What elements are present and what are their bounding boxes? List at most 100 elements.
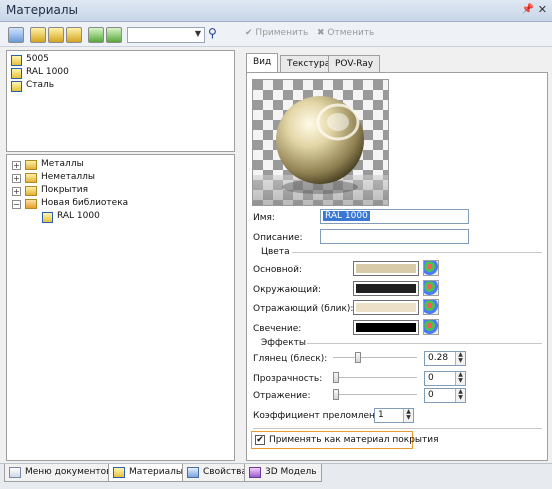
tree-item-label: Новая библиотека bbox=[41, 198, 129, 208]
slider-thumb[interactable] bbox=[355, 352, 361, 363]
refraction-spinbox[interactable]: 1 ▲ ▼ bbox=[374, 408, 414, 423]
tab-documents-menu[interactable]: Меню документов bbox=[4, 464, 117, 482]
spinbox-value: 0 bbox=[428, 390, 434, 400]
tab-label: Меню документов bbox=[25, 467, 112, 477]
color-swatch-main[interactable] bbox=[353, 261, 419, 276]
tree-item-new-library[interactable]: − Новая библиотека bbox=[12, 198, 192, 211]
color-label-emission: Свечение: bbox=[253, 324, 302, 334]
material-icon bbox=[11, 68, 22, 79]
preview-sphere-image bbox=[253, 80, 388, 205]
expand-icon[interactable]: + bbox=[12, 174, 21, 183]
tree-item-nonmetals[interactable]: + Неметаллы bbox=[12, 172, 192, 185]
apply-coating-checkbox[interactable]: ✔ bbox=[255, 435, 265, 445]
slider-track bbox=[333, 357, 417, 359]
tree-item-label: RAL 1000 bbox=[57, 211, 100, 221]
window-title: Материалы bbox=[6, 3, 78, 17]
color-label-specular: Отражающий (блик): bbox=[253, 304, 354, 314]
description-label: Описание: bbox=[253, 233, 303, 243]
tab-view[interactable]: Вид bbox=[246, 53, 279, 72]
spinner-arrows-icon[interactable]: ▲ ▼ bbox=[455, 352, 465, 365]
toolbar: ▼ ⚲ ✔ Применить ✖ Отменить bbox=[0, 23, 552, 47]
spinbox-value: 1 bbox=[378, 410, 384, 420]
description-field[interactable] bbox=[320, 229, 469, 244]
apply-coating-option[interactable]: ✔ Применять как материал покрытия bbox=[251, 431, 439, 449]
3d-model-icon bbox=[249, 467, 261, 478]
list-item-label: Сталь bbox=[26, 80, 55, 90]
apply-coating-label: Применять как материал покрытия bbox=[269, 435, 439, 445]
tab-povray[interactable]: POV-Ray bbox=[328, 55, 381, 72]
spinner-arrows-icon[interactable]: ▲ ▼ bbox=[403, 409, 413, 422]
library-tree: + Металлы + Неметаллы + Покрытия − Новая… bbox=[6, 154, 235, 461]
expand-icon[interactable]: + bbox=[12, 187, 21, 196]
expand-icon[interactable]: + bbox=[12, 161, 21, 170]
window-titlebar: Материалы 📌 ✕ bbox=[0, 0, 552, 22]
tree-item-coatings[interactable]: + Покрытия bbox=[12, 185, 192, 198]
cross-icon: ✖ bbox=[317, 28, 325, 38]
colors-group-title: Цвета bbox=[261, 247, 290, 257]
tab-label: Вид bbox=[253, 57, 272, 67]
color-palette-icon[interactable] bbox=[423, 299, 439, 315]
tab-3d-model[interactable]: 3D Модель bbox=[244, 464, 322, 482]
gloss-spinbox[interactable]: 0.28 ▲ ▼ bbox=[424, 351, 466, 366]
color-swatch-ambient[interactable] bbox=[353, 281, 419, 296]
search-icon[interactable]: ⚲ bbox=[208, 26, 217, 40]
search-combo[interactable]: ▼ bbox=[127, 27, 205, 43]
tree-item-label: Металлы bbox=[41, 159, 84, 169]
tab-label: Текстура bbox=[287, 59, 331, 69]
library-folder-icon bbox=[25, 199, 37, 209]
transparency-slider[interactable] bbox=[333, 372, 417, 384]
tree-item-label: Неметаллы bbox=[41, 172, 95, 182]
cancel-button[interactable]: ✖ Отменить bbox=[317, 28, 374, 38]
documents-menu-icon bbox=[9, 467, 21, 478]
list-item-label: 5005 bbox=[26, 54, 49, 64]
tree-item-metals[interactable]: + Металлы bbox=[12, 159, 192, 172]
tree-item-label: Покрытия bbox=[41, 185, 89, 195]
color-swatch-specular[interactable] bbox=[353, 300, 419, 315]
open-library-icon[interactable] bbox=[48, 27, 64, 43]
reflection-spinbox[interactable]: 0 ▲ ▼ bbox=[424, 388, 466, 403]
color-swatch-emission[interactable] bbox=[353, 320, 419, 335]
color-fill bbox=[356, 284, 416, 293]
import-material-icon[interactable] bbox=[88, 27, 104, 43]
effects-group-title: Эффекты bbox=[261, 338, 306, 348]
transparency-spinbox[interactable]: 0 ▲ ▼ bbox=[424, 371, 466, 386]
color-label-ambient: Окружающий: bbox=[253, 285, 321, 295]
slider-thumb[interactable] bbox=[333, 389, 339, 400]
add-material-icon[interactable] bbox=[30, 27, 46, 43]
properties-view-icon[interactable] bbox=[8, 27, 24, 43]
name-field[interactable]: RAL 1000 bbox=[320, 209, 469, 224]
pin-icon[interactable]: 📌 bbox=[522, 4, 534, 15]
tab-label: POV-Ray bbox=[335, 59, 374, 69]
spinner-arrows-icon[interactable]: ▲ ▼ bbox=[455, 389, 465, 402]
colors-group-divider bbox=[292, 252, 542, 253]
color-palette-icon[interactable] bbox=[423, 319, 439, 335]
color-palette-icon[interactable] bbox=[423, 260, 439, 276]
properties-icon bbox=[187, 467, 199, 478]
chevron-down-icon[interactable]: ▼ bbox=[195, 29, 201, 38]
tree-item-ral-1000[interactable]: RAL 1000 bbox=[42, 211, 192, 224]
collapse-icon[interactable]: − bbox=[12, 200, 21, 209]
reflection-slider[interactable] bbox=[333, 389, 417, 401]
color-fill bbox=[356, 303, 416, 312]
spinner-arrows-icon[interactable]: ▲ ▼ bbox=[455, 372, 465, 385]
color-palette-icon[interactable] bbox=[423, 280, 439, 296]
tab-properties[interactable]: Свойства bbox=[182, 464, 252, 482]
tab-materials[interactable]: Материалы bbox=[108, 464, 188, 482]
tab-label: 3D Модель bbox=[265, 467, 317, 477]
refraction-label: Коэффициент преломления: bbox=[253, 411, 390, 421]
color-fill bbox=[356, 323, 416, 332]
gloss-slider[interactable] bbox=[333, 352, 417, 364]
close-icon[interactable]: ✕ bbox=[538, 3, 547, 16]
color-label-main: Основной: bbox=[253, 265, 302, 275]
bottom-tab-strip: Меню документов Материалы Свойства 3D Мо… bbox=[0, 463, 552, 489]
apply-button[interactable]: ✔ Применить bbox=[245, 28, 308, 38]
materials-list: 5005 RAL 1000 Сталь bbox=[6, 50, 235, 152]
save-library-icon[interactable] bbox=[66, 27, 82, 43]
checkmark-icon: ✔ bbox=[256, 435, 264, 445]
slider-thumb[interactable] bbox=[333, 372, 339, 383]
reflection-label: Отражение: bbox=[253, 391, 311, 401]
materials-icon bbox=[113, 467, 125, 478]
effects-group-divider bbox=[307, 343, 542, 344]
export-material-icon[interactable] bbox=[106, 27, 122, 43]
spinbox-value: 0.28 bbox=[428, 353, 449, 363]
